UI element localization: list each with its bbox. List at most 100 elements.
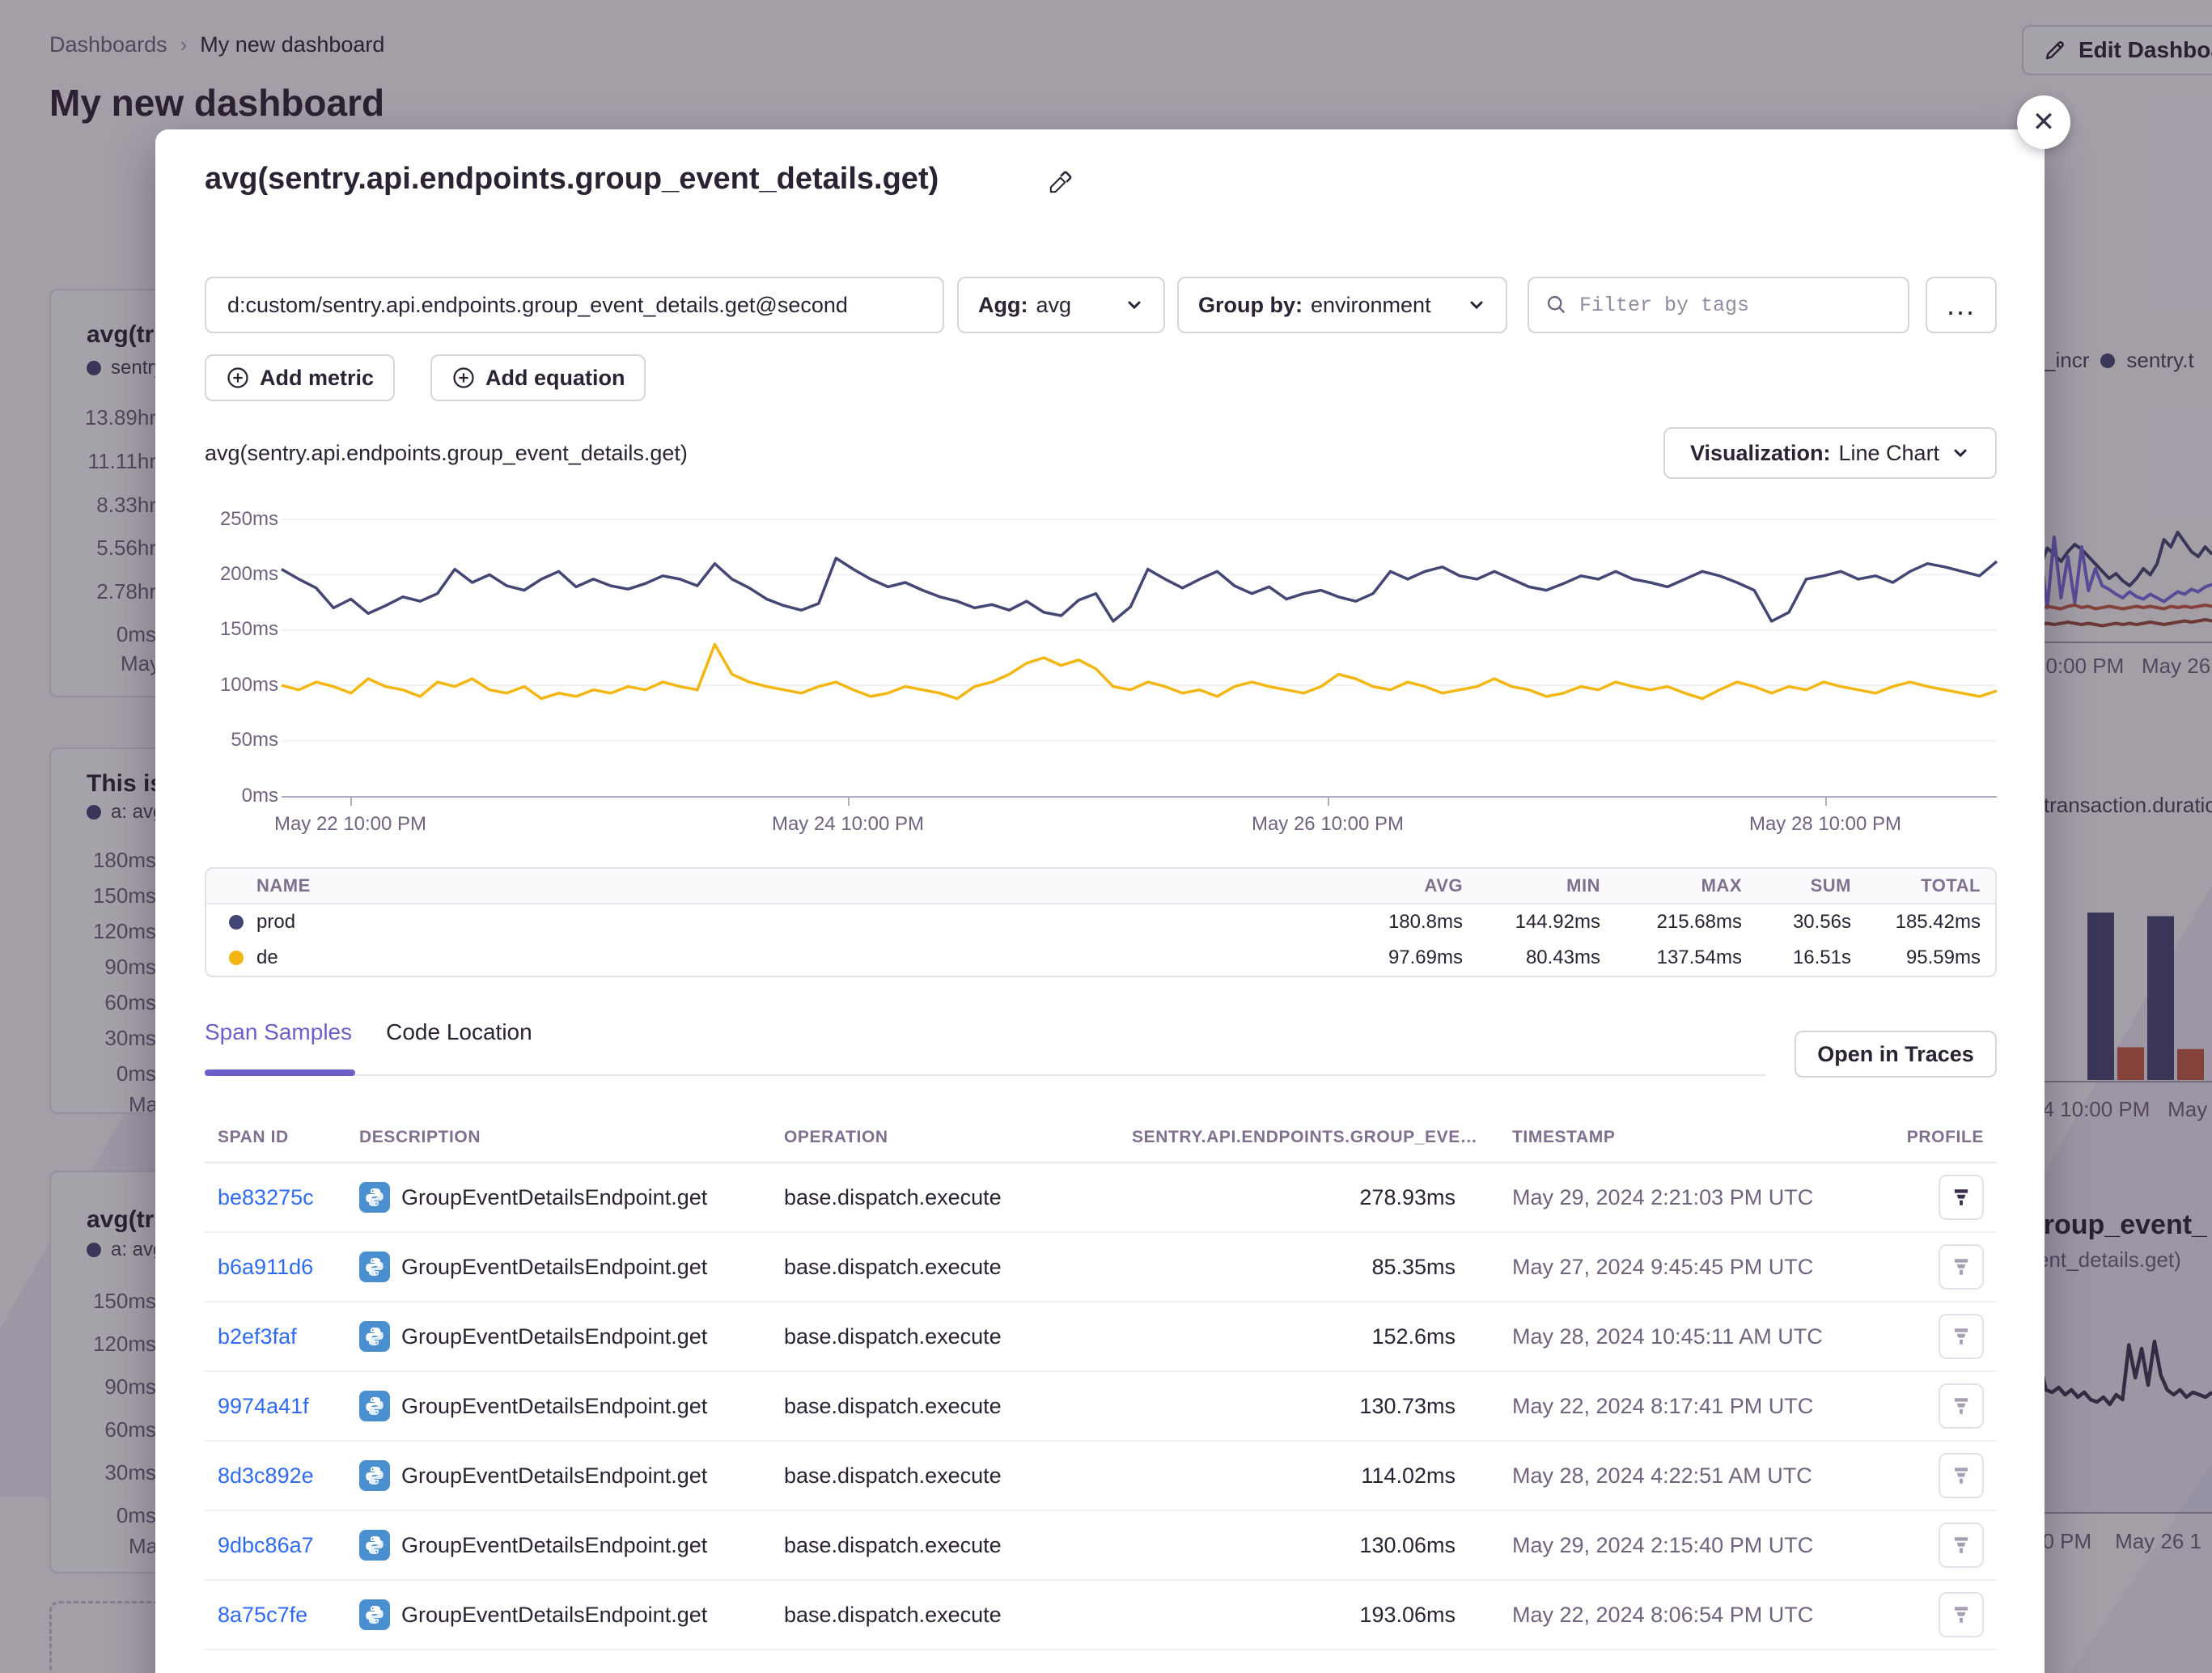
span-sample-row: 8d3c892eGroupEventDetailsEndpoint.getbas… [205, 1442, 1997, 1511]
summary-col-max: MAX [1600, 875, 1742, 896]
summary-row[interactable]: de97.69ms80.43ms137.54ms16.51s95.59ms [206, 940, 1995, 976]
view-profile-button[interactable] [1939, 1175, 1984, 1220]
add-equation-button[interactable]: Add equation [430, 354, 646, 401]
detail-tabs: Span Samples Code Location [205, 1019, 532, 1063]
samples-header-row: SPAN ID DESCRIPTION OPERATION SENTRY.API… [205, 1113, 1997, 1163]
profile-icon [1951, 1256, 1972, 1277]
metric-line-chart[interactable] [282, 519, 1997, 796]
view-profile-button[interactable] [1939, 1314, 1984, 1359]
active-tab-indicator [205, 1069, 355, 1076]
series-color-dot [229, 915, 244, 930]
summary-table-body: prod180.8ms144.92ms215.68ms30.56s185.42m… [206, 904, 1995, 976]
span-sample-row: b2ef3fafGroupEventDetailsEndpoint.getbas… [205, 1302, 1997, 1372]
tab-divider [205, 1074, 1766, 1076]
filter-by-tags-input[interactable]: Filter by tags [1528, 277, 1909, 333]
span-id-link[interactable]: be83275c [218, 1185, 359, 1210]
open-in-traces-button[interactable]: Open in Traces [1795, 1031, 1997, 1078]
span-samples-table: SPAN ID DESCRIPTION OPERATION SENTRY.API… [205, 1113, 1997, 1650]
span-id-link[interactable]: 8d3c892e [218, 1463, 359, 1489]
span-metric-value: 85.35ms [1132, 1255, 1456, 1280]
chevron-down-icon [1951, 443, 1970, 463]
span-id-link[interactable]: b2ef3faf [218, 1324, 359, 1349]
summary-row[interactable]: prod180.8ms144.92ms215.68ms30.56s185.42m… [206, 904, 1995, 940]
metric-query-input[interactable]: d:custom/sentry.api.endpoints.group_even… [205, 277, 944, 333]
y-axis-label: 0ms [188, 785, 278, 807]
aggregate-select[interactable]: Agg: avg [957, 277, 1165, 333]
aggregate-label: Agg: [978, 293, 1028, 318]
view-profile-button[interactable] [1939, 1244, 1984, 1290]
span-timestamp: May 29, 2024 2:15:40 PM UTC [1456, 1533, 1887, 1558]
x-axis-tick [848, 796, 850, 806]
span-description: GroupEventDetailsEndpoint.get [359, 1599, 784, 1630]
view-profile-button[interactable] [1939, 1592, 1984, 1637]
span-description: GroupEventDetailsEndpoint.get [359, 1321, 784, 1352]
chart-title: avg(sentry.api.endpoints.group_event_det… [205, 441, 688, 466]
span-metric-value: 130.06ms [1132, 1533, 1456, 1558]
span-id-link[interactable]: 9974a41f [218, 1394, 359, 1419]
summary-header-row: NAME AVG MIN MAX SUM TOTAL [206, 869, 1995, 904]
screen: Dashboards › My new dashboard My new das… [0, 0, 2212, 1673]
series-min: 80.43ms [1463, 947, 1600, 969]
series-sum: 16.51s [1742, 947, 1851, 969]
span-sample-row: b6a911d6GroupEventDetailsEndpoint.getbas… [205, 1233, 1997, 1302]
col-span-id: SPAN ID [218, 1128, 359, 1147]
profile-icon [1951, 1604, 1972, 1625]
edit-title-icon[interactable] [1045, 170, 1073, 197]
y-axis-label: 100ms [188, 674, 278, 697]
metric-details-modal: avg(sentry.api.endpoints.group_event_det… [155, 129, 2045, 1673]
span-metric-value: 114.02ms [1132, 1463, 1456, 1489]
add-metric-label: Add metric [260, 366, 374, 391]
series-min: 144.92ms [1463, 911, 1600, 934]
tab-span-samples[interactable]: Span Samples [205, 1019, 352, 1063]
add-metric-button[interactable]: Add metric [205, 354, 395, 401]
visualization-select[interactable]: Visualization: Line Chart [1663, 427, 1997, 479]
span-description: GroupEventDetailsEndpoint.get [359, 1391, 784, 1421]
series-avg: 97.69ms [1333, 947, 1463, 969]
python-icon [359, 1182, 390, 1213]
x-axis-label: May 28 10:00 PM [1749, 813, 1901, 836]
plus-circle-icon [451, 366, 476, 390]
x-axis-label: May 24 10:00 PM [772, 813, 924, 836]
aggregate-value: avg [1036, 293, 1071, 318]
groupby-label: Group by: [1198, 293, 1303, 318]
col-timestamp: TIMESTAMP [1456, 1128, 1887, 1147]
more-options-button[interactable]: ... [1926, 277, 1997, 333]
span-metric-value: 278.93ms [1132, 1185, 1456, 1210]
python-icon [359, 1460, 390, 1491]
span-description: GroupEventDetailsEndpoint.get [359, 1252, 784, 1282]
view-profile-button[interactable] [1939, 1453, 1984, 1498]
summary-col-total: TOTAL [1851, 875, 1981, 896]
span-sample-row: 8a75c7feGroupEventDetailsEndpoint.getbas… [205, 1581, 1997, 1650]
summary-col-avg: AVG [1333, 875, 1463, 896]
view-profile-button[interactable] [1939, 1383, 1984, 1429]
y-axis-label: 50ms [188, 729, 278, 752]
series-summary-table: NAME AVG MIN MAX SUM TOTAL prod180.8ms14… [205, 867, 1997, 977]
summary-col-sum: SUM [1742, 875, 1851, 896]
visualization-value: Line Chart [1838, 441, 1939, 466]
close-modal-button[interactable]: ✕ [2017, 95, 2070, 149]
span-timestamp: May 27, 2024 9:45:45 PM UTC [1456, 1255, 1887, 1280]
span-sample-row: 9974a41fGroupEventDetailsEndpoint.getbas… [205, 1372, 1997, 1442]
span-id-link[interactable]: 8a75c7fe [218, 1603, 359, 1628]
groupby-select[interactable]: Group by: environment [1177, 277, 1507, 333]
groupby-value: environment [1311, 293, 1431, 318]
span-operation: base.dispatch.execute [784, 1255, 1132, 1280]
span-metric-value: 193.06ms [1132, 1603, 1456, 1628]
view-profile-button[interactable] [1939, 1523, 1984, 1568]
col-profile: PROFILE [1887, 1128, 1984, 1147]
ellipsis-icon: ... [1947, 288, 1976, 322]
profile-icon [1951, 1396, 1972, 1417]
col-description: DESCRIPTION [359, 1128, 784, 1147]
plus-circle-icon [226, 366, 250, 390]
x-axis-label: May 22 10:00 PM [274, 813, 426, 836]
span-sample-row: 9dbc86a7GroupEventDetailsEndpoint.getbas… [205, 1511, 1997, 1581]
span-id-link[interactable]: 9dbc86a7 [218, 1533, 359, 1558]
x-axis-tick [1825, 796, 1827, 806]
filter-placeholder: Filter by tags [1579, 294, 1749, 317]
series-sum: 30.56s [1742, 911, 1851, 934]
series-name: de [221, 947, 1333, 969]
profile-icon [1951, 1326, 1972, 1347]
visualization-label: Visualization: [1690, 441, 1831, 466]
span-id-link[interactable]: b6a911d6 [218, 1255, 359, 1280]
tab-code-location[interactable]: Code Location [386, 1019, 532, 1063]
